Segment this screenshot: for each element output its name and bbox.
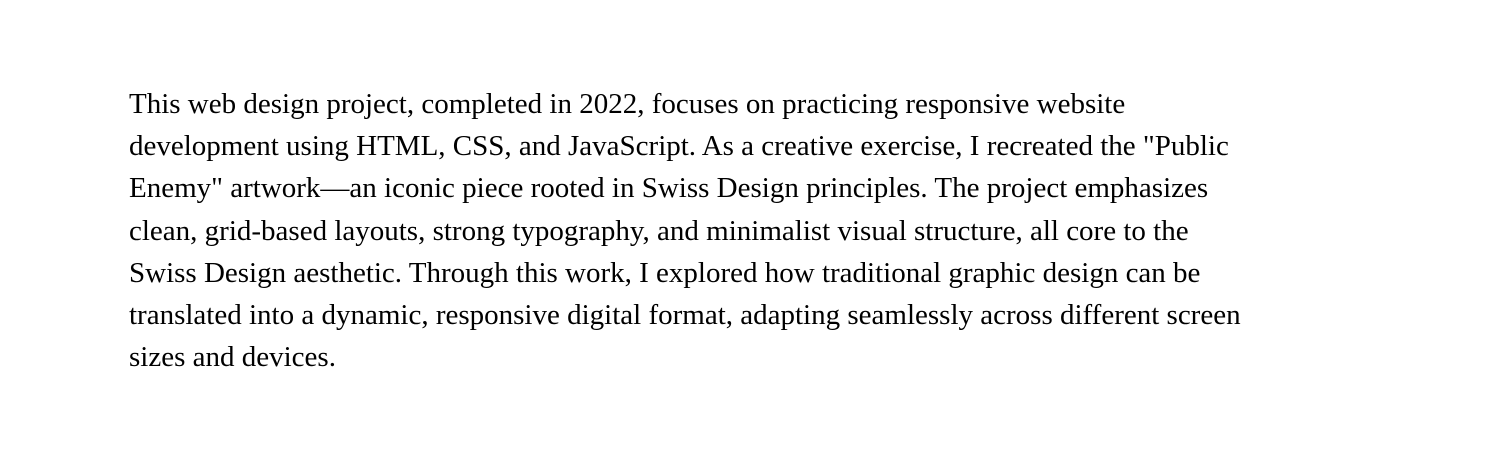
paragraph-line: development using HTML, CSS, and JavaScr… (129, 130, 1229, 163)
project-description-paragraph: This web design project, completed in 20… (129, 83, 1369, 378)
paragraph-line: This web design project, completed in 20… (129, 88, 1126, 120)
paragraph-line: Swiss Design aesthetic. Through this wor… (129, 256, 1201, 289)
paragraph-line: translated into a dynamic, responsive di… (129, 299, 1241, 332)
paragraph-line: clean, grid-based layouts, strong typogr… (129, 214, 1189, 247)
paragraph-line: Enemy" artwork—an iconic piece rooted in… (129, 172, 1209, 205)
paragraph-line: sizes and devices. (129, 341, 336, 374)
page: This web design project, completed in 20… (0, 0, 1492, 476)
